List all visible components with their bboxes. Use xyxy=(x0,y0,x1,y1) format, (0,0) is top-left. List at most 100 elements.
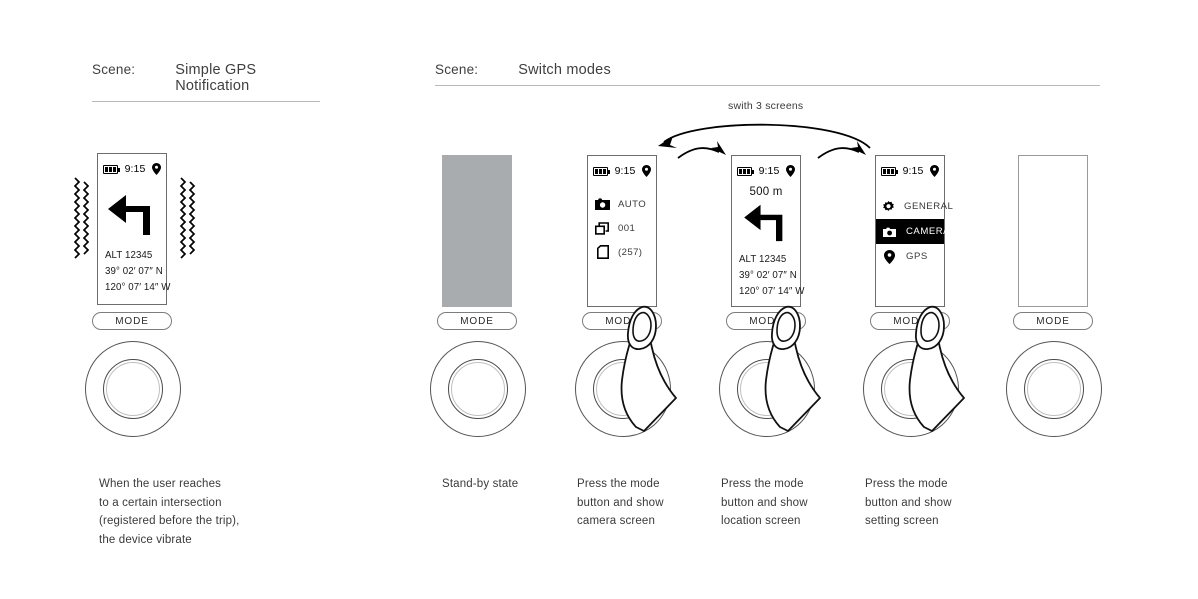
caption-line: to a certain intersection xyxy=(99,496,222,509)
caption-line: Stand-by state xyxy=(442,478,519,490)
caption-line: setting screen xyxy=(865,515,939,528)
menu-item-general[interactable]: GENERAL xyxy=(876,194,953,219)
copies-stack-icon xyxy=(595,221,610,235)
switch-screens-label: swith 3 screens xyxy=(728,100,804,112)
status-bar: 9:15 xyxy=(588,156,656,180)
dial-control-standby[interactable] xyxy=(430,341,526,437)
battery-icon xyxy=(736,166,754,176)
mode-button-location[interactable]: MODE xyxy=(726,312,806,330)
dial-control-blank[interactable] xyxy=(1006,341,1102,437)
settings-menu: GENERAL CAMERA GPS xyxy=(876,194,953,269)
menu-item-label: GPS xyxy=(906,251,928,262)
location-pin-icon xyxy=(786,165,796,177)
camera-mode-row: AUTO xyxy=(595,192,649,216)
dial-inner-ring xyxy=(106,362,160,416)
gps-notification-screen: 9:15 ALT 12345 39° 02′ 07″ N 120° 07′ 14… xyxy=(97,153,171,305)
diagram-canvas: Scene: Simple GPS Notification Scene: Sw… xyxy=(0,0,1198,599)
scene-header-2: Scene: Switch modes xyxy=(435,62,1100,86)
mode-button-blank[interactable]: MODE xyxy=(1013,312,1093,330)
coordinates-block: ALT 12345 39° 02′ 07″ N 120° 07′ 14″ W xyxy=(105,248,171,296)
coordinates-block: ALT 12345 39° 02′ 07″ N 120° 07′ 14″ W xyxy=(739,252,805,300)
mode-button-label: MODE xyxy=(460,315,494,327)
status-bar: 9:15 xyxy=(876,156,944,180)
caption-line: button and show xyxy=(577,496,664,509)
menu-item-gps[interactable]: GPS xyxy=(876,244,944,269)
dial-inner-ring xyxy=(451,362,505,416)
storage-row: (257) xyxy=(595,240,649,264)
screen-body: 500 m ALT 12345 39° 02′ 07″ N 120° 07′ 1… xyxy=(732,186,805,300)
scene-label: Scene: xyxy=(435,62,479,77)
caption-line: Press the mode xyxy=(865,478,948,490)
sd-card-icon xyxy=(595,245,610,259)
dial-control-camera[interactable] xyxy=(575,341,671,437)
caption-setting: Press the mode button and show setting s… xyxy=(865,475,952,531)
mode-button-scene1[interactable]: MODE xyxy=(92,312,172,330)
dial-control-scene1[interactable] xyxy=(85,341,181,437)
mode-button-label: MODE xyxy=(893,315,927,327)
mode-button-label: MODE xyxy=(115,315,149,327)
battery-icon xyxy=(880,166,898,176)
vibration-waves-icon-left xyxy=(70,176,92,267)
caption-standby: Stand-by state xyxy=(442,475,518,494)
caption-scene1: When the user reaches to a certain inter… xyxy=(99,475,240,549)
mode-button-label: MODE xyxy=(605,315,639,327)
caption-line: Press the mode xyxy=(577,478,660,490)
location-pin-icon xyxy=(882,249,897,264)
status-bar: 9:15 xyxy=(732,156,800,180)
camera-icon xyxy=(882,225,897,238)
scene-title: Simple GPS Notification xyxy=(175,62,257,94)
scene-header-1: Scene: Simple GPS Notification xyxy=(92,62,320,102)
status-bar: 9:15 xyxy=(98,154,166,178)
caption-line: button and show xyxy=(865,496,952,509)
menu-item-label: CAMERA xyxy=(906,226,951,237)
dial-inner-ring xyxy=(596,362,650,416)
caption-camera: Press the mode button and show camera sc… xyxy=(577,475,664,531)
caption-line: When the user reaches xyxy=(99,478,222,490)
camera-icon xyxy=(595,198,610,210)
mode-button-standby[interactable]: MODE xyxy=(437,312,517,330)
storage-value: (257) xyxy=(618,246,643,258)
caption-line: the device vibrate xyxy=(99,533,192,546)
menu-item-label: GENERAL xyxy=(904,201,954,212)
clock-label: 9:15 xyxy=(614,165,636,177)
caption-location: Press the mode button and show location … xyxy=(721,475,808,531)
location-pin-icon xyxy=(642,165,652,177)
altitude-line: ALT 12345 xyxy=(105,250,153,261)
camera-mode-value: AUTO xyxy=(618,198,647,210)
camera-rows: AUTO 001 (257) xyxy=(588,192,656,264)
longitude-line: 120° 07′ 14″ W xyxy=(739,286,805,297)
mode-button-label: MODE xyxy=(749,315,783,327)
caption-line: Press the mode xyxy=(721,478,804,490)
caption-line: location screen xyxy=(721,515,801,528)
battery-icon xyxy=(102,164,120,174)
mode-button-camera[interactable]: MODE xyxy=(582,312,662,330)
dial-control-setting[interactable] xyxy=(863,341,959,437)
turn-left-arrow-icon xyxy=(105,192,159,236)
location-pin-icon xyxy=(152,163,162,175)
caption-line: button and show xyxy=(721,496,808,509)
turn-left-arrow-icon xyxy=(739,202,793,242)
latitude-line: 39° 02′ 07″ N xyxy=(739,270,797,281)
caption-line: camera screen xyxy=(577,515,656,528)
distance-label: 500 m xyxy=(749,186,783,198)
longitude-line: 120° 07′ 14″ W xyxy=(105,282,171,293)
mode-button-setting[interactable]: MODE xyxy=(870,312,950,330)
vibration-waves-icon-right xyxy=(176,176,198,267)
gear-icon xyxy=(882,200,895,213)
screen-body: ALT 12345 39° 02′ 07″ N 120° 07′ 14″ W xyxy=(98,192,171,296)
scene-label: Scene: xyxy=(92,62,136,77)
copies-value: 001 xyxy=(618,222,636,234)
menu-item-camera[interactable]: CAMERA xyxy=(876,219,950,244)
location-pin-icon xyxy=(930,165,940,177)
dial-inner-ring xyxy=(884,362,938,416)
clock-label: 9:15 xyxy=(124,163,146,175)
dial-control-location[interactable] xyxy=(719,341,815,437)
mode-button-label: MODE xyxy=(1036,315,1070,327)
caption-line: (registered before the trip), xyxy=(99,515,240,528)
battery-icon xyxy=(592,166,610,176)
scene-title: Switch modes xyxy=(518,62,611,78)
altitude-line: ALT 12345 xyxy=(739,254,787,265)
standby-screen xyxy=(442,155,512,307)
clock-label: 9:15 xyxy=(758,165,780,177)
blank-screen xyxy=(1018,155,1088,307)
